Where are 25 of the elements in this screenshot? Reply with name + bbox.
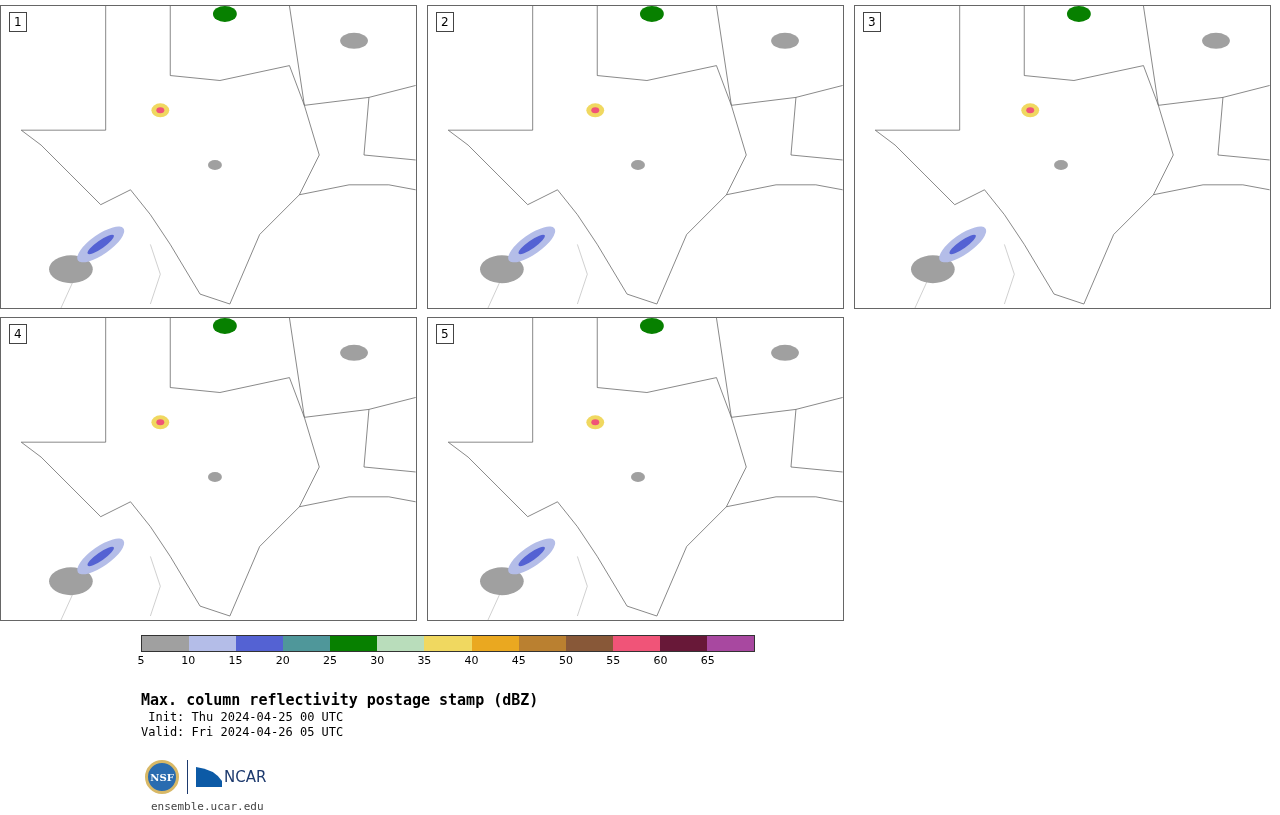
tick-label: 40	[464, 655, 479, 667]
tick-label: 20	[275, 655, 290, 667]
tick-label: 5	[137, 655, 145, 667]
panel-number: 5	[436, 324, 454, 344]
tick-label: 15	[228, 655, 243, 667]
init-time: Init: Thu 2024-04-25 00 UTC	[147, 710, 345, 725]
ncar-logo-icon	[196, 767, 222, 787]
tick-label: 50	[559, 655, 574, 667]
tick-label: 35	[417, 655, 432, 667]
panel-number: 1	[9, 12, 27, 32]
chart-title: Max. column reflectivity postage stamp (dBZ)	[141, 690, 540, 710]
tick-label: 30	[370, 655, 385, 667]
tick-label: 65	[700, 655, 715, 667]
ncar-wordmark: NCAR	[224, 769, 267, 785]
tick-label: 10	[181, 655, 196, 667]
valid-time: Valid: Fri 2024-04-26 05 UTC	[141, 725, 345, 740]
tick-label: 60	[653, 655, 668, 667]
panel-number: 3	[863, 12, 881, 32]
panel-number: 2	[436, 12, 454, 32]
panel-number: 4	[9, 324, 27, 344]
tick-label: 55	[606, 655, 621, 667]
tick-label: 25	[322, 655, 337, 667]
site-url: ensemble.ucar.edu	[151, 799, 265, 815]
tick-label: 45	[511, 655, 526, 667]
nsf-logo: NSF	[145, 760, 179, 794]
